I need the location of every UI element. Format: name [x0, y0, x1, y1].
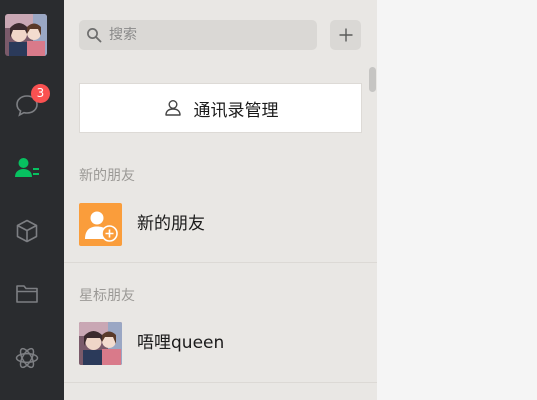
- my-avatar[interactable]: [5, 14, 47, 56]
- contacts-manage-button[interactable]: 通讯录管理: [79, 83, 362, 133]
- unread-badge: 3: [31, 84, 50, 103]
- divider: [64, 262, 377, 263]
- contacts-icon: [15, 158, 39, 177]
- avatar-image: [5, 14, 47, 56]
- nav-chats-button[interactable]: 3: [0, 84, 54, 126]
- box-icon: [16, 219, 38, 243]
- new-friends-avatar: [79, 203, 122, 246]
- content-area: [377, 0, 537, 400]
- add-friend-icon: [85, 211, 118, 242]
- section-header-new-friends: 新的朋友: [79, 168, 135, 184]
- list-item-contact[interactable]: 唔哩queen: [64, 322, 377, 382]
- person-manage-icon: [164, 100, 181, 116]
- search-input[interactable]: 搜索: [79, 20, 317, 50]
- list-item-new-friends[interactable]: 新的朋友: [64, 203, 377, 263]
- nav-contacts-button[interactable]: [0, 148, 54, 188]
- search-placeholder: 搜索: [109, 27, 137, 43]
- contact-name: 唔哩queen: [137, 333, 225, 353]
- divider: [64, 382, 377, 383]
- nav-rail: 3: [0, 0, 64, 400]
- miniprogram-icon: [15, 347, 39, 369]
- folder-icon: [16, 285, 38, 303]
- search-icon: [87, 28, 102, 43]
- scrollbar-thumb[interactable]: [369, 67, 376, 92]
- contacts-list-panel: 搜索 通讯录管理 新的朋友 新的朋友 星标朋友 唔哩queen: [64, 0, 377, 400]
- section-header-starred-friends: 星标朋友: [79, 288, 135, 304]
- nav-miniprogram-button[interactable]: [0, 338, 54, 378]
- plus-icon: [339, 28, 352, 42]
- contact-avatar: [79, 322, 122, 365]
- nav-collections-button[interactable]: [0, 211, 54, 251]
- add-button[interactable]: [330, 20, 361, 50]
- contact-name: 新的朋友: [137, 214, 205, 234]
- contacts-manage-label: 通讯录管理: [193, 100, 279, 121]
- wechat-window: 3 搜索 通讯录管理 新的朋友 新的朋友 星标朋友 唔哩queen: [0, 0, 537, 400]
- user-avatar: [79, 322, 122, 365]
- nav-files-button[interactable]: [0, 274, 54, 314]
